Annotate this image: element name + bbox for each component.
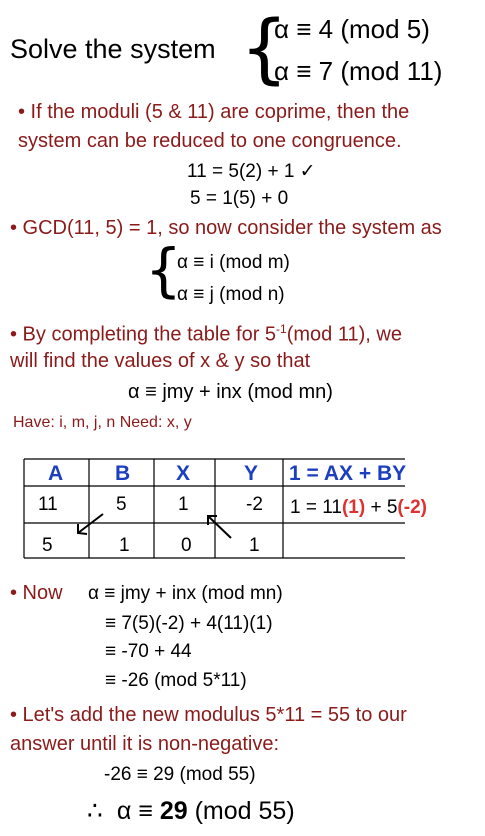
adjust-line: -26 ≡ 29 (mod 55)	[104, 764, 256, 785]
now-line3: ≡ -70 + 44	[105, 641, 192, 662]
table-row1-a: 11	[38, 494, 58, 515]
now-line1: α ≡ jmy + inx (mod mn)	[88, 583, 283, 604]
now-line2: ≡ 7(5)(-2) + 4(11)(1)	[105, 613, 273, 634]
table-row2-b: 1	[119, 535, 130, 556]
note-modulus-line1: • Let's add the new modulus 5*11 = 55 to…	[10, 704, 407, 726]
table-row2-y: 1	[249, 535, 260, 556]
now-label: • Now	[10, 582, 63, 604]
table-header-x: X	[176, 462, 191, 485]
table-header-equation: 1 = AX + BY	[289, 462, 407, 485]
note-modulus-line2: answer until it is non-negative:	[10, 733, 280, 755]
therefore-symbol: ∴	[87, 797, 103, 825]
table-header-a: A	[48, 462, 64, 485]
final-suffix: (mod 55)	[187, 797, 295, 825]
table-row2-x: 0	[181, 535, 192, 556]
equation-prefix: 1 = 11	[290, 497, 342, 518]
table-row2-a: 5	[42, 535, 53, 556]
equation-middle: + 5	[365, 497, 398, 518]
table-header-b: B	[115, 462, 131, 485]
final-answer: ∴ α ≡ 29 (mod 55)	[87, 796, 295, 826]
final-value: 29	[159, 797, 188, 825]
table-row1-b: 5	[116, 494, 127, 515]
table-row1-y: -2	[246, 494, 263, 515]
equation-y-value: (-2)	[397, 497, 427, 518]
now-line4: ≡ -26 (mod 5*11)	[105, 670, 247, 691]
equation-x-value: (1)	[341, 497, 366, 518]
table-row1-x: 1	[178, 494, 189, 515]
final-prefix: α ≡	[116, 797, 160, 825]
table-row1-equation: 1 = 11(1) + 5(-2)	[290, 497, 427, 519]
arrow-up-left	[207, 515, 232, 539]
table-header-y: Y	[244, 462, 259, 485]
